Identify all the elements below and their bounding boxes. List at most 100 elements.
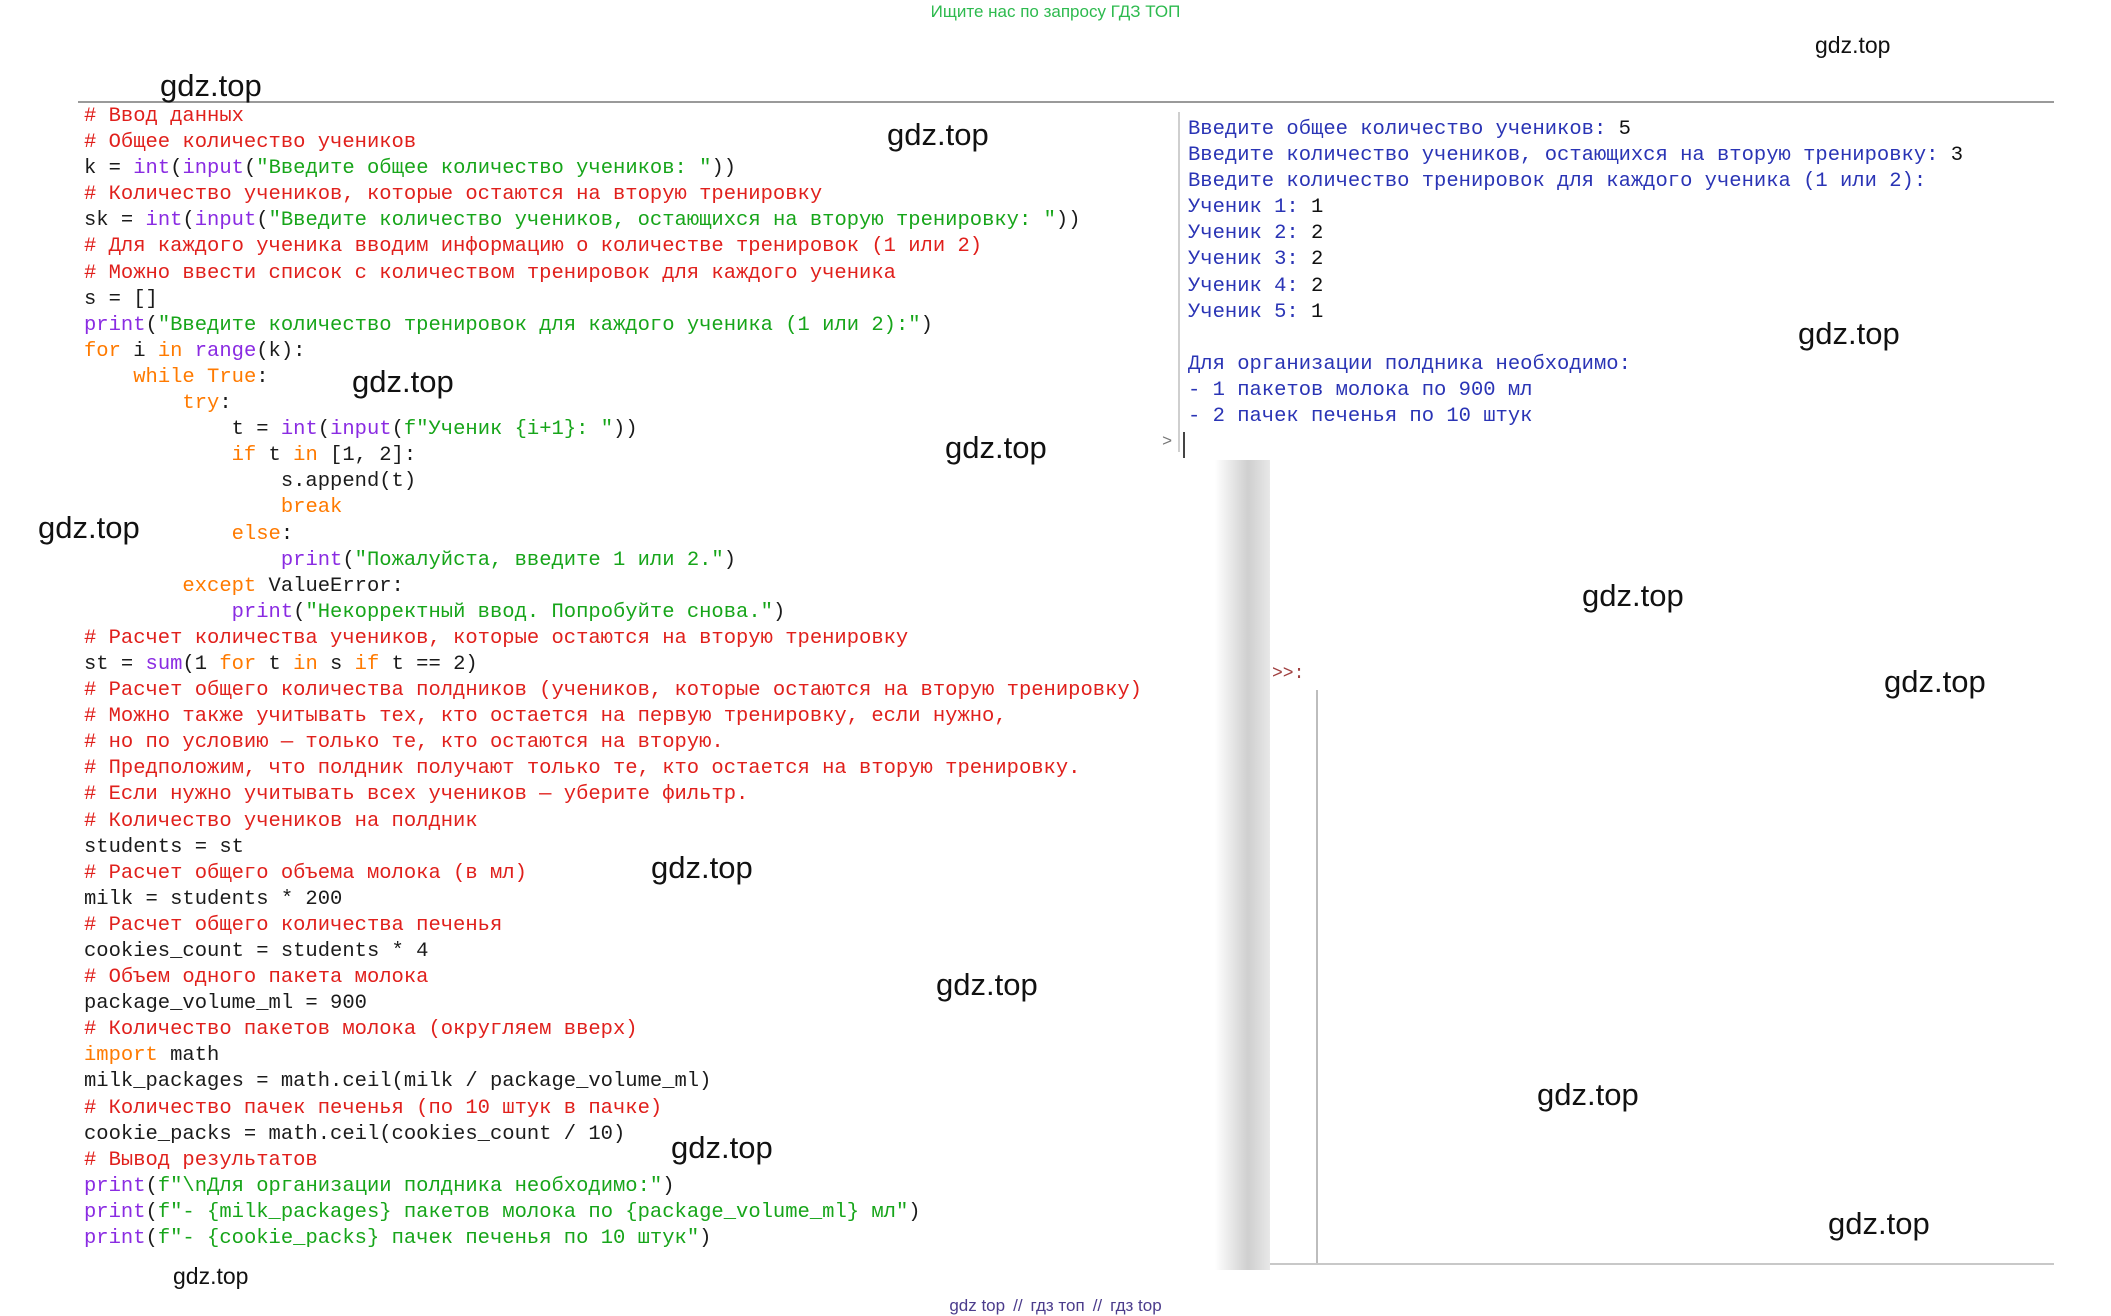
footer-link[interactable]: gdz top — [949, 1296, 1005, 1315]
code-line[interactable]: # Количество учеников, которые остаются … — [84, 182, 1142, 208]
code-token: k = — [84, 157, 134, 181]
code-token: cookies_count = students * 4 — [84, 940, 429, 963]
code-line[interactable]: print(f"\nДля организации полдника необх… — [84, 1174, 1142, 1200]
footer-link[interactable]: гдз top — [1110, 1296, 1162, 1315]
shell-output[interactable]: Введите общее количество учеников: 5 Введ… — [1188, 117, 1963, 430]
code-line[interactable]: cookies_count = students * 4 — [84, 939, 1142, 965]
footer-link[interactable]: гдз топ — [1031, 1296, 1085, 1315]
code-line[interactable]: while True: — [84, 365, 1142, 391]
code-token: )) — [613, 418, 638, 442]
code-token: ( — [256, 209, 269, 233]
code-token: "Некорректный ввод. Попробуйте снова." — [305, 600, 773, 624]
frame-top-border — [78, 101, 2054, 103]
code-token: ) — [699, 1227, 712, 1251]
code-line[interactable]: milk_packages = math.ceil(milk / package… — [84, 1069, 1142, 1095]
footer-links: gdz top // гдз топ // гдз top — [0, 1296, 2111, 1316]
code-token: in — [157, 339, 183, 363]
watermark: gdz.top — [352, 364, 454, 399]
watermark: gdz.top — [887, 117, 989, 152]
code-line[interactable]: # но по условию — только те, кто остаютс… — [84, 730, 1142, 756]
shell-input-value: 2 — [1311, 248, 1324, 272]
code-token: cookie_packs = math.ceil(cookies_count /… — [84, 1122, 626, 1146]
code-token: except — [182, 574, 257, 598]
code-token: "Пожалуйста, введите 1 или 2." — [354, 548, 724, 572]
code-line[interactable]: milk = students * 200 — [84, 887, 1142, 913]
code-line[interactable]: # Количество пакетов молока (округляем в… — [84, 1017, 1142, 1043]
code-token: f"\nДля организации полдника необходимо:… — [157, 1174, 663, 1198]
top-banner: Ищите нас по запросу ГДЗ ТОП — [930, 2, 1181, 21]
code-line[interactable]: # Количество пачек печенья (по 10 штук в… — [84, 1096, 1142, 1122]
code-token: print — [84, 1200, 146, 1224]
code-line[interactable]: # Расчет общего объема молока (в мл) — [84, 861, 1142, 887]
code-line[interactable]: try: — [84, 391, 1142, 417]
shell-line: - 1 пакетов молока по 900 мл — [1188, 378, 1963, 404]
watermark: gdz.top — [1815, 32, 1891, 58]
code-token: ) — [772, 600, 786, 624]
code-line[interactable]: students = st — [84, 835, 1142, 861]
code-token: ( — [170, 157, 183, 181]
code-token: f"Ученик {i+1}: " — [403, 418, 614, 442]
code-line[interactable]: else: — [84, 522, 1142, 548]
code-line[interactable]: s.append(t) — [84, 469, 1142, 495]
code-line[interactable]: st = sum(1 for t in s if t == 2) — [84, 652, 1142, 678]
code-line[interactable]: break — [84, 495, 1142, 521]
code-token: i — [120, 339, 158, 363]
code-line[interactable]: sk = int(input("Введите количество учени… — [84, 208, 1142, 234]
code-line[interactable]: # Расчет общего количества полдников (уч… — [84, 678, 1142, 704]
code-line[interactable]: s = [] — [84, 287, 1142, 313]
watermark: gdz.top — [1884, 664, 1986, 699]
code-line[interactable]: k = int(input("Введите общее количество … — [84, 156, 1142, 182]
code-line[interactable]: # Расчет количества учеников, которые ос… — [84, 626, 1142, 652]
code-line[interactable]: except ValueError: — [84, 574, 1142, 600]
shell-input-value: 2 — [1311, 274, 1324, 298]
code-line[interactable]: # Вывод результатов — [84, 1148, 1142, 1174]
code-token: ( — [391, 418, 404, 442]
code-token: import — [84, 1044, 158, 1068]
code-line[interactable]: # Расчет общего количества печенья — [84, 913, 1142, 939]
code-token: [1, 2]: — [317, 444, 417, 468]
code-token: # Количество пакетов молока (округляем в… — [84, 1018, 638, 1042]
code-line[interactable]: print("Введите количество тренировок для… — [84, 313, 1142, 339]
code-token: # Для каждого ученика вводим информацию … — [84, 235, 983, 259]
code-token: : — [219, 392, 232, 416]
shell-caret: > — [1162, 433, 1173, 452]
code-line[interactable]: cookie_packs = math.ceil(cookies_count /… — [84, 1122, 1142, 1148]
code-line[interactable]: # Предположим, что полдник получают толь… — [84, 756, 1142, 782]
code-line[interactable]: # Можно также учитывать тех, кто остаетс… — [84, 704, 1142, 730]
code-token: (1 — [182, 652, 220, 676]
code-token: students = st — [84, 835, 244, 859]
shell-text: Ученик 1: — [1188, 196, 1312, 220]
code-token: print — [84, 1174, 146, 1198]
code-token: in — [293, 444, 318, 468]
code-token: milk_packages = math.ceil(milk / package… — [84, 1070, 712, 1094]
code-line[interactable]: print("Пожалуйста, введите 1 или 2.") — [84, 548, 1142, 574]
code-line[interactable]: print(f"- {cookie_packs} пачек печенья п… — [84, 1226, 1142, 1252]
code-editor[interactable]: # Ввод данных # Общее количество учеников… — [84, 104, 1142, 1252]
code-line[interactable]: import math — [84, 1043, 1142, 1069]
shell-prompt: >>: — [1272, 664, 1305, 684]
code-token: # Расчет количества учеников, которые ос… — [84, 626, 909, 650]
code-token: ) — [662, 1174, 675, 1198]
code-token: package_volume_ml = 900 — [84, 992, 367, 1016]
code-line[interactable]: for i in range(k): — [84, 339, 1142, 365]
watermark: gdz.top — [173, 1263, 249, 1289]
code-line[interactable]: # Можно ввести список с количеством трен… — [84, 261, 1142, 287]
pane-divider[interactable] — [1178, 112, 1180, 452]
code-token: # Расчет общего количества печенья — [84, 913, 503, 937]
code-token: int — [145, 209, 183, 233]
code-token: # Количество учеников на полдник — [84, 809, 478, 833]
code-token: )) — [1055, 209, 1081, 233]
shell-input-value: 1 — [1311, 300, 1324, 324]
code-line[interactable]: print(f"- {milk_packages} пакетов молока… — [84, 1200, 1142, 1226]
shell-text: - 1 пакетов молока по 900 мл — [1188, 378, 1533, 402]
code-token: range — [194, 339, 257, 363]
code-token: st = — [84, 652, 146, 676]
code-token: # Общее количество учеников — [84, 131, 417, 155]
code-line[interactable]: print("Некорректный ввод. Попробуйте сно… — [84, 600, 1142, 626]
code-line[interactable]: # Количество учеников на полдник — [84, 809, 1142, 835]
code-line[interactable]: # Для каждого ученика вводим информацию … — [84, 234, 1142, 260]
code-token: t == 2) — [379, 652, 478, 676]
code-line[interactable]: # Если нужно учитывать всех учеников — у… — [84, 782, 1142, 808]
